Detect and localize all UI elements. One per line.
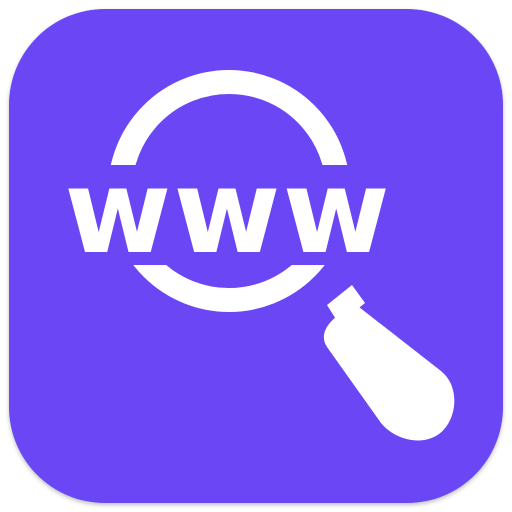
handle (323, 302, 455, 441)
www-label: www (64, 145, 392, 280)
web-search-app-icon[interactable]: www (9, 9, 503, 503)
magnifying-glass-icon: www (49, 70, 455, 441)
icon-canvas: www (0, 0, 512, 512)
